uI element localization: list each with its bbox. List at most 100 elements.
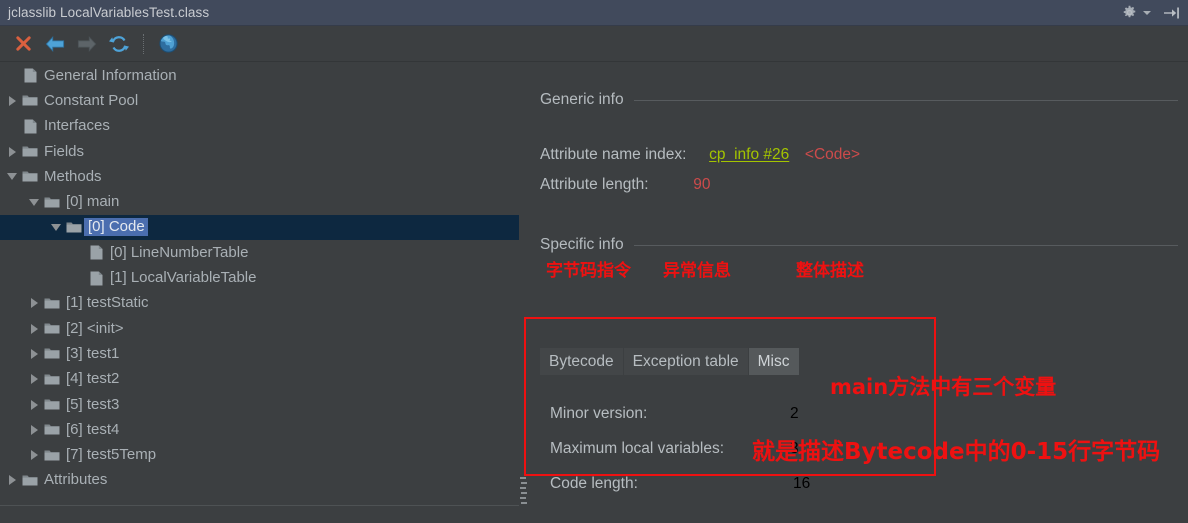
tree-node-label: [3] test1 — [66, 344, 120, 362]
folder-icon — [20, 474, 40, 487]
specific-info-title: Specific info — [540, 236, 624, 253]
tree-node[interactable]: [4] test2 — [0, 367, 519, 392]
attribute-name-index-link[interactable]: cp_info #26 — [709, 146, 789, 163]
tree-node-label: Interfaces — [44, 117, 110, 135]
panel-splitter[interactable] — [519, 63, 529, 523]
triangle-right-icon[interactable] — [26, 316, 42, 341]
tab-misc[interactable]: Misc — [748, 348, 800, 375]
folder-icon — [20, 170, 40, 183]
code-length-row: Code length: — [550, 475, 638, 493]
tree-node[interactable]: Attributes — [0, 468, 519, 493]
jclasslib-window: jclasslib LocalVariablesTest.class Gener… — [0, 0, 1188, 523]
tree-node-label: Constant Pool — [44, 91, 139, 109]
chevron-down-icon[interactable] — [1143, 9, 1151, 17]
tab-exception-table[interactable]: Exception table — [623, 348, 749, 375]
tree-node-label: [4] test2 — [66, 370, 120, 388]
tree-node-label: Fields — [44, 142, 85, 160]
tree-node-label: [0] main — [66, 193, 120, 211]
folder-icon — [42, 449, 62, 462]
tree-node[interactable]: [6] test4 — [0, 417, 519, 442]
tree-node[interactable]: Fields — [0, 139, 519, 164]
close-button[interactable] — [8, 29, 38, 59]
forward-button[interactable] — [72, 29, 102, 59]
toolbar — [0, 26, 1188, 62]
tree-node[interactable]: Methods — [0, 164, 519, 189]
specific-info-tabs[interactable]: Bytecode Exception table Misc — [540, 347, 800, 375]
annotation-tab-label: 整体描述 — [796, 261, 864, 281]
triangle-right-icon[interactable] — [4, 139, 20, 164]
triangle-down-icon[interactable] — [48, 215, 64, 240]
triangle-down-icon[interactable] — [26, 190, 42, 215]
tree-node-label: General Information — [44, 66, 177, 84]
tree-node[interactable]: [3] test1 — [0, 341, 519, 366]
folder-icon — [42, 423, 62, 436]
tree-footer — [0, 506, 519, 523]
tree-node-label: [1] testStatic — [66, 294, 149, 312]
specific-info-rule — [633, 244, 1178, 246]
specific-info-header: Specific info — [540, 236, 1188, 254]
tree-node[interactable]: [2] <init> — [0, 316, 519, 341]
back-button[interactable] — [40, 29, 70, 59]
attribute-length-value: 90 — [693, 176, 711, 193]
tree-node[interactable]: [1] LocalVariableTable — [0, 265, 519, 290]
annotation-callout: main方法中有三个变量 — [830, 375, 1057, 399]
globe-icon[interactable] — [153, 29, 183, 59]
folder-icon — [42, 297, 62, 310]
gear-icon[interactable] — [1122, 5, 1137, 20]
attribute-length-row: Attribute length: 90 — [540, 176, 710, 194]
tree-node-label: Attributes — [44, 471, 108, 489]
file-icon — [86, 245, 106, 260]
collapse-right-icon[interactable] — [1163, 6, 1180, 20]
attribute-length-label: Attribute length: — [540, 176, 649, 193]
minor-version-value: 2 — [790, 405, 799, 422]
triangle-right-icon[interactable] — [26, 392, 42, 417]
triangle-right-icon[interactable] — [4, 88, 20, 113]
folder-icon — [20, 94, 40, 107]
generic-info-rule — [633, 99, 1178, 101]
folder-icon — [42, 347, 62, 360]
tree-node[interactable]: Interfaces — [0, 114, 519, 139]
tree-node-label: [1] LocalVariableTable — [110, 269, 257, 287]
folder-icon — [42, 196, 62, 209]
attribute-name-index-label: Attribute name index: — [540, 146, 687, 163]
annotation-tab-label: 异常信息 — [663, 261, 731, 281]
triangle-right-icon[interactable] — [26, 417, 42, 442]
code-length-label: Code length: — [550, 475, 638, 492]
minor-version-label: Minor version: — [550, 405, 648, 422]
triangle-right-icon[interactable] — [4, 468, 20, 493]
tree-node[interactable]: [0] LineNumberTable — [0, 240, 519, 265]
tree-node[interactable]: [0] Code — [0, 214, 519, 241]
class-structure-tree[interactable]: General Information Constant Pool Interfac… — [0, 63, 519, 506]
file-icon — [20, 119, 40, 134]
toolbar-separator — [143, 33, 144, 54]
folder-icon — [64, 221, 84, 234]
triangle-right-icon[interactable] — [26, 341, 42, 366]
tree-node[interactable]: [0] main — [0, 189, 519, 214]
triangle-down-icon[interactable] — [4, 164, 20, 189]
folder-icon — [42, 322, 62, 335]
tree-node-label: [2] <init> — [66, 319, 124, 337]
tree-node[interactable]: Constant Pool — [0, 88, 519, 113]
folder-icon — [20, 145, 40, 158]
triangle-right-icon[interactable] — [26, 291, 42, 316]
annotation-callout: 就是描述Bytecode中的0-15行字节码 — [752, 439, 1161, 465]
tree-node[interactable]: [1] testStatic — [0, 291, 519, 316]
tree-node-label: [7] test5Temp — [66, 446, 157, 464]
tab-bytecode[interactable]: Bytecode — [540, 348, 624, 375]
attribute-name-index-type: <Code> — [804, 146, 861, 163]
splitter-grip-icon[interactable] — [520, 476, 528, 506]
tree-node[interactable]: [5] test3 — [0, 392, 519, 417]
reload-button[interactable] — [104, 29, 134, 59]
tree-node-label: [0] LineNumberTable — [110, 243, 249, 261]
tree-node-label: [0] Code — [84, 218, 148, 237]
triangle-right-icon[interactable] — [26, 367, 42, 392]
file-icon — [20, 68, 40, 83]
tree-node[interactable]: [7] test5Temp — [0, 442, 519, 467]
annotation-tab-label: 字节码指令 — [546, 261, 631, 281]
max-locals-row: Maximum local variables: — [550, 440, 724, 458]
max-locals-label: Maximum local variables: — [550, 440, 724, 457]
tree-node-label: [5] test3 — [66, 395, 120, 413]
triangle-right-icon[interactable] — [26, 443, 42, 468]
window-title: jclasslib LocalVariablesTest.class — [8, 5, 210, 20]
tree-node[interactable]: General Information — [0, 63, 519, 88]
